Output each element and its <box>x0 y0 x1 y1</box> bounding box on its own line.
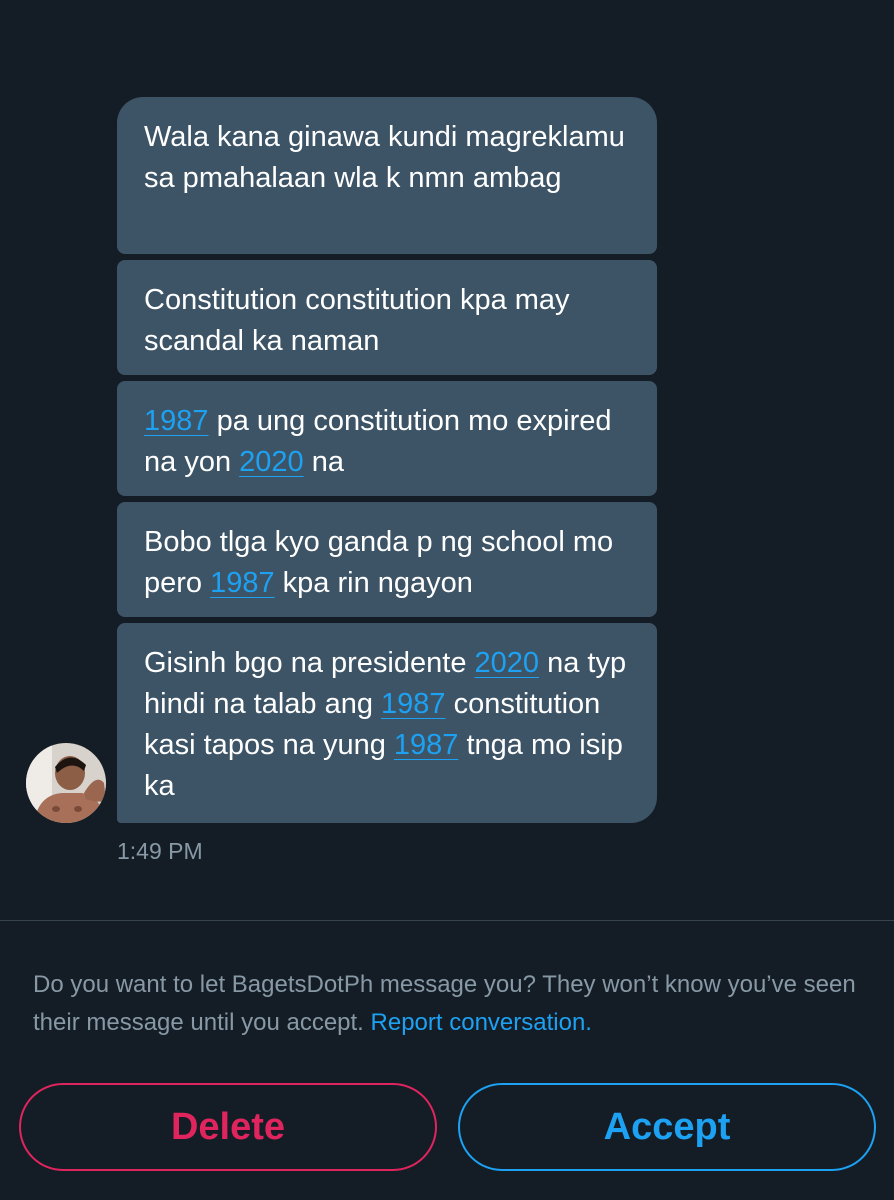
message-bubble[interactable]: 1987 pa ung constitution mo expired na y… <box>117 381 657 496</box>
year-link[interactable]: 2020 <box>239 446 304 478</box>
year-link[interactable]: 2020 <box>475 647 540 679</box>
message-text: kpa rin ngayon <box>274 567 473 599</box>
message-timestamp: 1:49 PM <box>117 838 203 864</box>
year-link[interactable]: 1987 <box>144 405 209 437</box>
message-bubble[interactable]: Constitution constitution kpa may scanda… <box>117 260 657 375</box>
message-thread: Wala kana ginawa kundi magreklamu sa pma… <box>0 0 894 920</box>
message-bubble[interactable]: Bobo tlga kyo ganda p ng school mo pero … <box>117 502 657 617</box>
year-link[interactable]: 1987 <box>394 729 459 761</box>
message-text: na <box>303 446 344 478</box>
message-bubble[interactable]: Gisinh bgo na presidente 2020 na typ hin… <box>117 623 657 823</box>
sender-avatar[interactable] <box>26 743 106 823</box>
message-request-prompt: Do you want to let BagetsDotPh message y… <box>33 966 863 1042</box>
accept-button[interactable]: Accept <box>458 1083 876 1171</box>
divider <box>0 920 894 921</box>
message-text: pa ung constitution mo expired na yon <box>144 405 612 478</box>
report-conversation-link[interactable]: Report conversation. <box>371 1009 592 1036</box>
year-link[interactable]: 1987 <box>210 567 275 599</box>
year-link[interactable]: 1987 <box>381 688 446 720</box>
avatar-photo <box>26 743 106 823</box>
message-text: Gisinh bgo na presidente <box>144 647 475 679</box>
message-request-screen: Wala kana ginawa kundi magreklamu sa pma… <box>0 0 894 1200</box>
message-text: Constitution constitution kpa may scanda… <box>144 284 570 357</box>
message-text: Wala kana ginawa kundi magreklamu sa pma… <box>144 121 625 194</box>
message-bubble[interactable]: Wala kana ginawa kundi magreklamu sa pma… <box>117 97 657 254</box>
delete-button[interactable]: Delete <box>19 1083 437 1171</box>
message-group: Wala kana ginawa kundi magreklamu sa pma… <box>117 97 657 829</box>
